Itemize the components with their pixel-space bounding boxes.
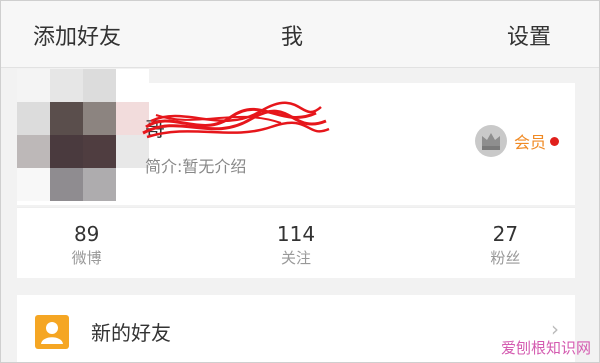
member-label: 会员 <box>513 133 546 152</box>
stat-following[interactable]: 114 关注 <box>226 208 365 278</box>
stat-weibo-count: 89 <box>73 222 100 246</box>
username[interactable]: 哥 <box>142 99 345 149</box>
crown-icon <box>474 125 507 157</box>
member-badge[interactable]: 会员 <box>474 123 559 159</box>
new-friends-row[interactable]: 新的好友 › <box>17 295 575 362</box>
app-frame: 添加好友 我 设置 哥 简介:暂无介绍 会员 89 微博 114 关注 27 粉… <box>0 0 600 363</box>
stat-weibo[interactable]: 89 微博 <box>17 208 226 278</box>
person-icon <box>35 315 69 349</box>
page-title: 我 <box>281 25 304 50</box>
profile-card[interactable]: 哥 简介:暂无介绍 会员 <box>17 69 575 205</box>
notification-dot <box>550 136 559 146</box>
settings-button[interactable]: 设置 <box>507 19 551 51</box>
stat-followers-label: 粉丝 <box>490 249 521 267</box>
stats-bar: 89 微博 114 关注 27 粉丝 <box>17 207 575 278</box>
profile-intro: 简介:暂无介绍 <box>145 157 247 176</box>
avatar[interactable] <box>17 69 149 201</box>
new-friends-label: 新的好友 <box>91 321 171 345</box>
stat-followers-count: 27 <box>492 222 519 246</box>
redaction-scribble <box>142 101 330 139</box>
stat-followers[interactable]: 27 粉丝 <box>366 208 575 278</box>
add-friend-button[interactable]: 添加好友 <box>33 19 121 51</box>
stat-following-label: 关注 <box>280 249 311 267</box>
stat-following-count: 114 <box>276 222 316 246</box>
stat-weibo-label: 微博 <box>71 249 102 267</box>
watermark: 爱刨根知识网 <box>500 339 591 357</box>
top-navigation-bar: 添加好友 我 设置 <box>1 1 599 68</box>
